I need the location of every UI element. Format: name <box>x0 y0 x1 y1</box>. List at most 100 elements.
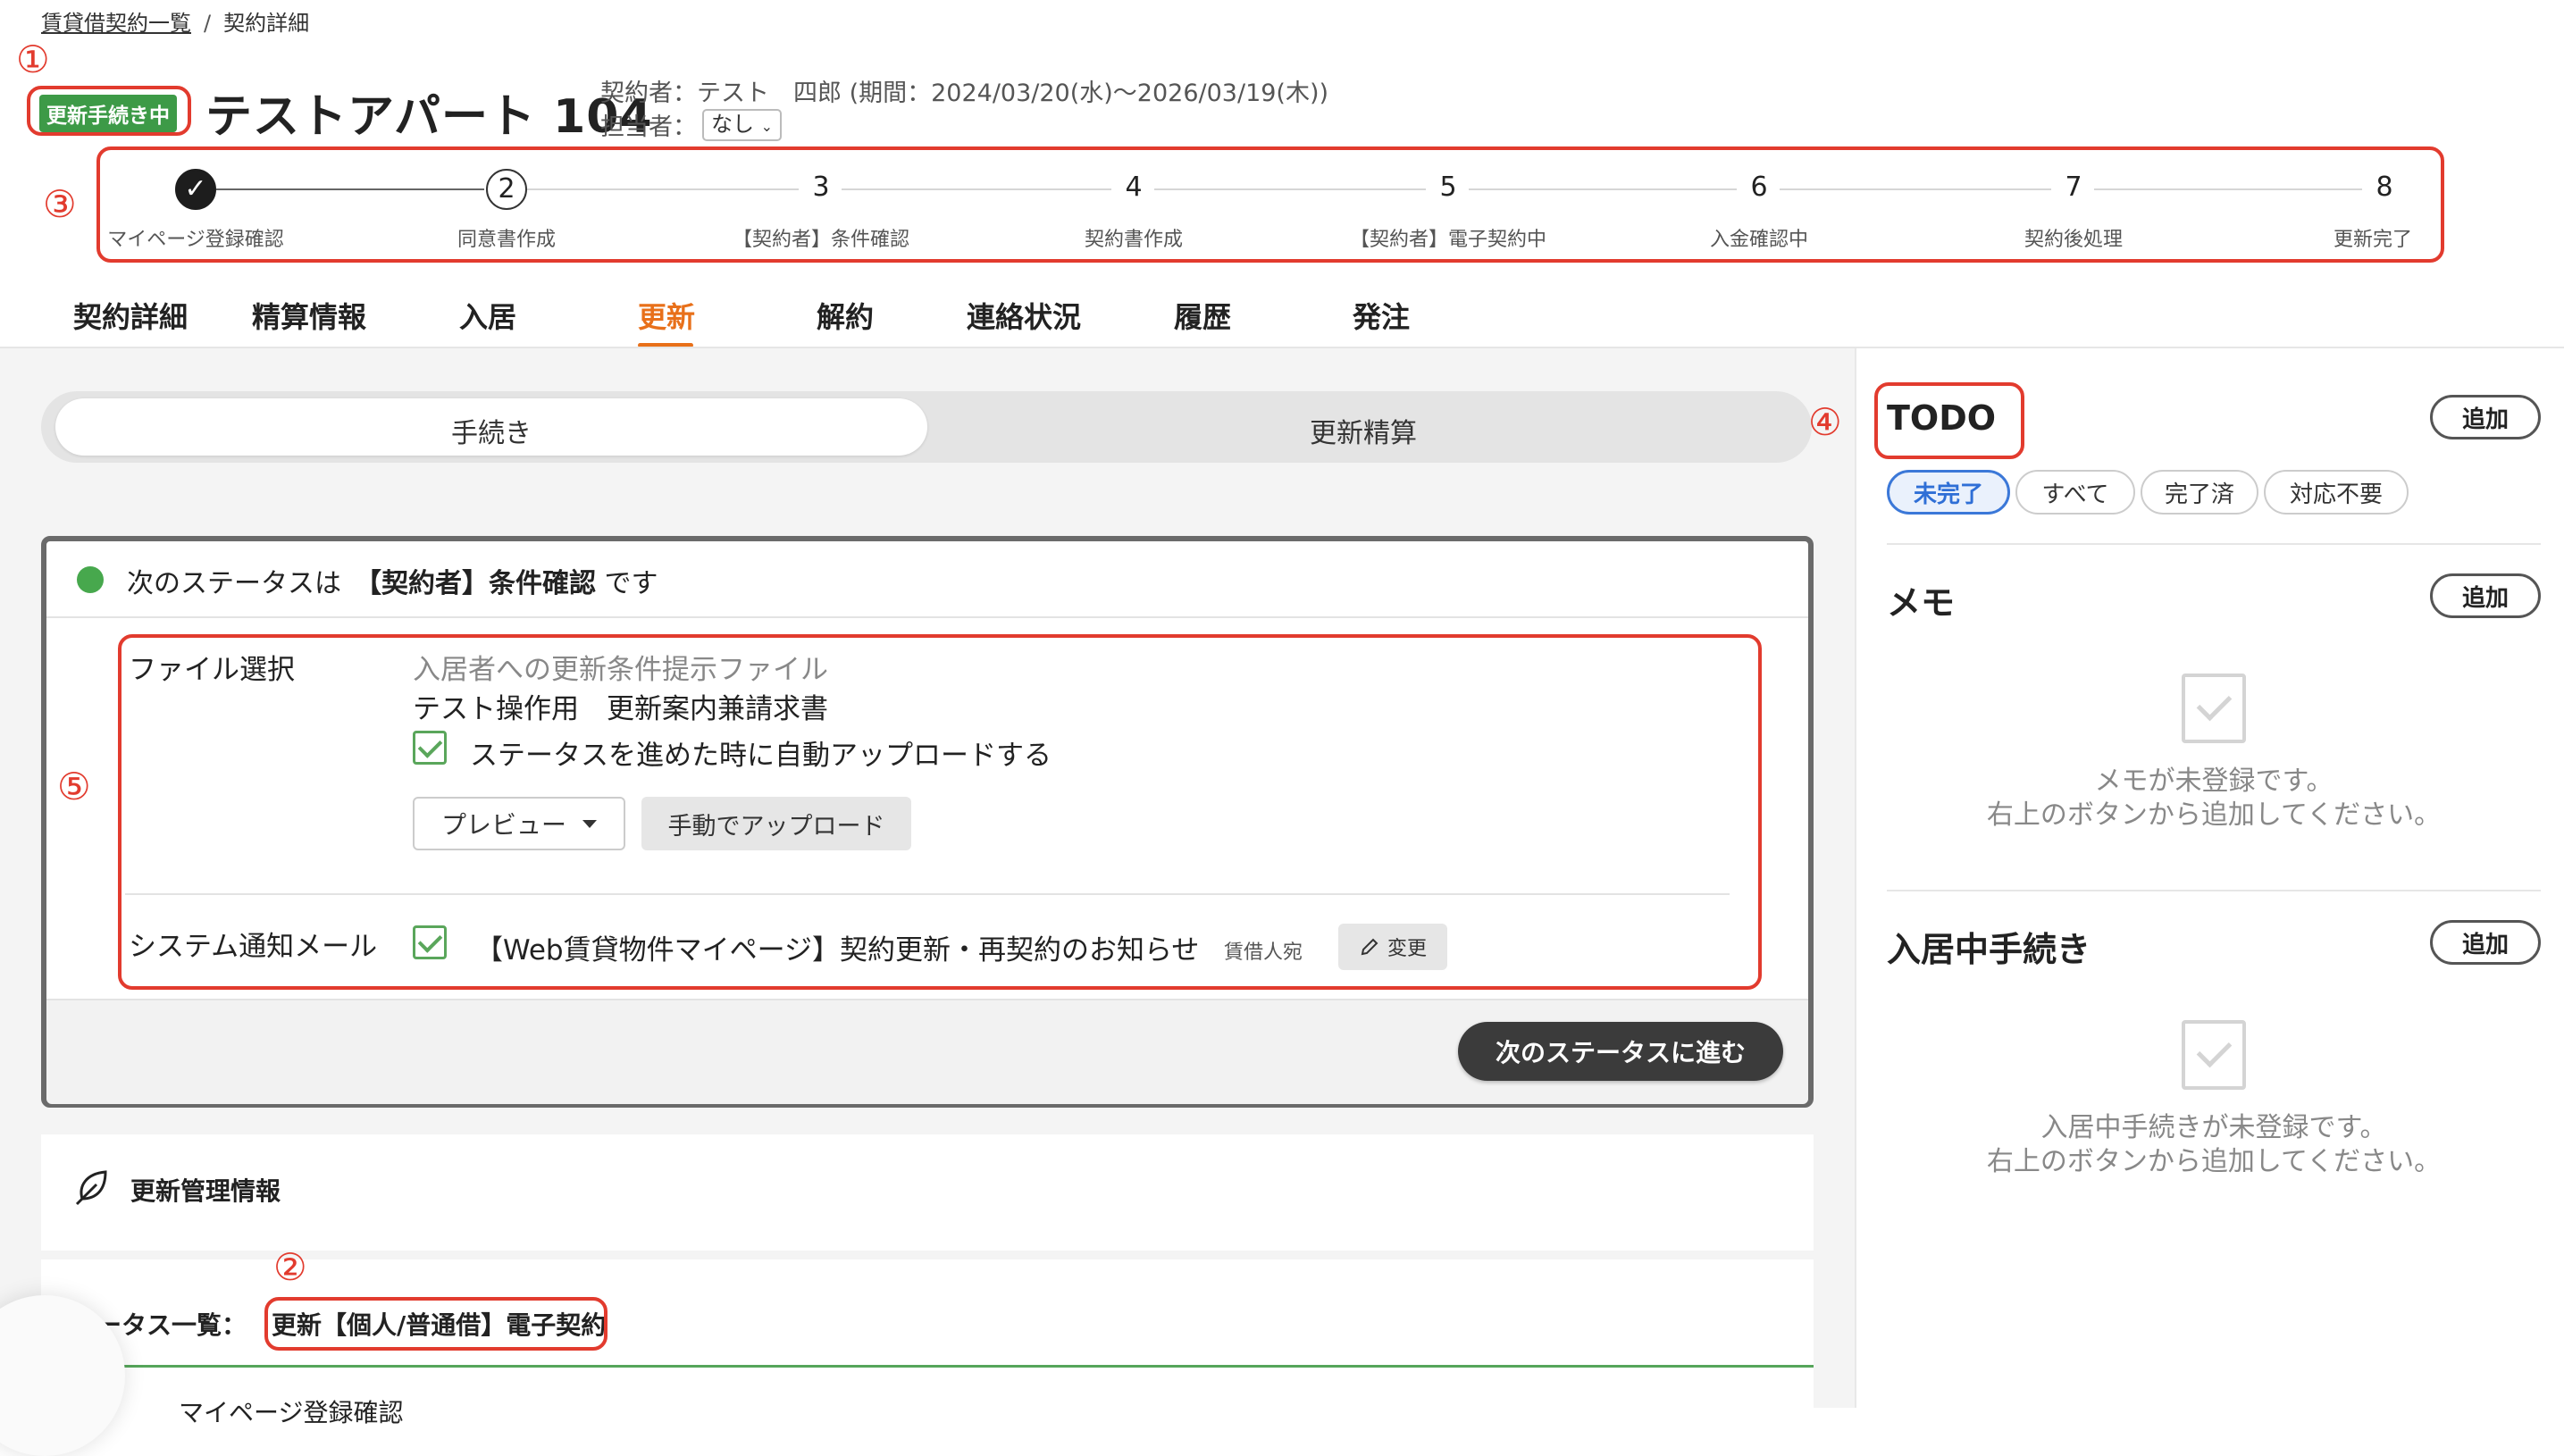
memo-empty-line-1: メモが未登録です。 <box>2094 766 2334 797</box>
step-7-number: 7 <box>2053 169 2094 210</box>
stepper-line-3 <box>842 188 1111 190</box>
step-8-label: 更新完了 <box>2333 229 2413 251</box>
mail-recipient: 賃借人宛 <box>1224 941 1303 964</box>
memo-title: メモ <box>1887 583 1956 623</box>
todo-add-button[interactable]: 追加 <box>2430 395 2541 439</box>
status-badge: 更新手続き中 <box>39 95 177 132</box>
next-status-name: 【契約者】条件確認 <box>368 568 596 599</box>
feather-icon <box>75 1170 107 1206</box>
annotation-box-2 <box>264 1297 607 1351</box>
step-4-number: 4 <box>1113 169 1154 210</box>
todo-divider <box>1887 543 2541 545</box>
move-in-procedures-title: 入居中手続き <box>1887 930 2091 969</box>
tab-orders[interactable]: 発注 <box>1353 295 1410 336</box>
step-6-label: 入金確認中 <box>1709 229 1809 251</box>
system-mail-label: システム通知メール <box>129 931 378 963</box>
move-in-add-button[interactable]: 追加 <box>2430 920 2541 965</box>
renewal-info-title: 更新管理情報 <box>130 1176 281 1206</box>
assignee-select[interactable]: なし ⌄ <box>702 108 783 141</box>
memo-empty-line-2: 右上のボタンから追加してください。 <box>1986 799 2442 831</box>
tab-settlement[interactable]: 精算情報 <box>252 295 366 336</box>
tab-history[interactable]: 履歴 <box>1174 295 1231 336</box>
step-5-label: 【契約者】電子契約中 <box>1349 229 1547 251</box>
tab-renewal[interactable]: 更新 <box>638 295 695 336</box>
step-3-label: 【契約者】条件確認 <box>732 229 910 251</box>
contract-info: 契約者：テスト 四郎 (期間：2024/03/20(水)〜2026/03/19(… <box>600 79 1329 107</box>
move-in-empty-message: 入居中手続きが未登録です。 右上のボタンから追加してください。 <box>1887 1111 2541 1179</box>
stepper-line-4 <box>1154 188 1426 190</box>
tab-contact-status[interactable]: 連絡状況 <box>967 295 1081 336</box>
segment-procedure[interactable]: 手続き <box>451 411 532 450</box>
tab-contract-details[interactable]: 契約詳細 <box>73 295 188 336</box>
next-status-prefix: 次のステータスは <box>127 568 341 599</box>
annotation-marker-2: ② <box>273 1245 307 1289</box>
next-status-message: 次のステータスは 【契約者】条件確認 です <box>127 561 658 600</box>
page-title: テストアパート 104 <box>205 90 653 144</box>
empty-check-icon <box>2182 674 2246 743</box>
step-2-circle: 2 <box>486 169 527 210</box>
assignee-row: 担当者： なし ⌄ <box>600 107 783 142</box>
memo-add-button[interactable]: 追加 <box>2430 573 2541 618</box>
empty-check-icon <box>2182 1020 2246 1090</box>
step-6-number: 6 <box>1739 169 1780 210</box>
breadcrumb-link-contract-list[interactable]: 賃貸借契約一覧 <box>41 11 191 36</box>
chevron-down-icon: ⌄ <box>760 117 774 135</box>
selected-file-name[interactable]: テスト操作用 更新案内兼請求書 <box>413 686 828 726</box>
step-5-number: 5 <box>1428 169 1469 210</box>
mail-subject: 【Web賃貸物件マイページ】契約更新・再契約のお知らせ <box>475 934 1200 966</box>
tab-move-in[interactable]: 入居 <box>459 295 516 336</box>
manual-upload-button[interactable]: 手動でアップロード <box>641 797 911 850</box>
renewal-info-card <box>41 1134 1814 1251</box>
memo-empty-message: メモが未登録です。 右上のボタンから追加してください。 <box>1887 765 2541 833</box>
stepper-line-2 <box>527 188 799 190</box>
stepper-line-6 <box>1780 188 2051 190</box>
annotation-marker-5: ⑤ <box>57 765 91 808</box>
step-1-label: マイページ登録確認 <box>107 229 284 251</box>
change-mail-button[interactable]: 変更 <box>1338 924 1447 970</box>
step-8-number: 8 <box>2364 169 2405 210</box>
assignee-value: なし <box>711 111 754 137</box>
annotation-marker-4: ④ <box>1808 400 1842 444</box>
todo-title: TODO <box>1887 398 1997 438</box>
auto-upload-checkbox[interactable] <box>413 731 447 765</box>
step-7-label: 契約後処理 <box>2024 229 2124 251</box>
change-button-label: 変更 <box>1387 938 1427 960</box>
auto-upload-label: ステータスを進めた時に自動アップロードする <box>470 740 1052 772</box>
stepper-line-7 <box>2094 188 2362 190</box>
status-list-label: ータス一覧： <box>96 1310 247 1340</box>
pencil-icon <box>1361 938 1378 956</box>
todo-filter-completed[interactable]: 完了済 <box>2141 470 2258 515</box>
tab-cancellation[interactable]: 解約 <box>817 295 874 336</box>
move-in-empty-line-2: 右上のボタンから追加してください。 <box>1986 1146 2442 1177</box>
todo-filter-all[interactable]: すべて <box>2015 470 2135 515</box>
next-status-button[interactable]: 次のステータスに進む <box>1458 1022 1783 1081</box>
segment-renewal-settlement[interactable]: 更新精算 <box>1310 411 1417 450</box>
todo-filter-not-needed[interactable]: 対応不要 <box>2264 470 2409 515</box>
preview-button-label: プレビュー <box>440 810 566 840</box>
status-list-item: マイページ登録確認 <box>179 1398 404 1427</box>
system-mail-checkbox[interactable] <box>413 925 447 959</box>
step-2-label: 同意書作成 <box>457 229 557 251</box>
preview-dropdown-button[interactable]: プレビュー <box>413 797 625 850</box>
move-in-empty-line-1: 入居中手続きが未登録です。 <box>2040 1112 2387 1143</box>
stepper-line-1 <box>216 188 484 190</box>
row-divider <box>125 893 1730 895</box>
annotation-marker-1: ① <box>16 38 50 81</box>
caret-down-icon <box>582 819 597 828</box>
breadcrumb-current: 契約詳細 <box>223 11 310 36</box>
file-placeholder-text: 入居者への更新条件提示ファイル <box>413 654 828 686</box>
file-select-label: ファイル選択 <box>129 654 295 686</box>
step-4-label: 契約書作成 <box>1084 229 1184 251</box>
todo-filter-incomplete[interactable]: 未完了 <box>1887 470 2010 515</box>
step-3-number: 3 <box>800 169 842 210</box>
pane-divider <box>1855 348 1856 1408</box>
breadcrumb: 賃貸借契約一覧 / 契約詳細 <box>41 5 309 37</box>
assignee-label: 担当者： <box>600 113 697 141</box>
step-1-check-icon: ✓ <box>175 169 216 210</box>
status-dot-icon <box>77 566 104 593</box>
stepper-line-5 <box>1469 188 1737 190</box>
status-list-divider <box>41 1365 1814 1368</box>
annotation-marker-3: ③ <box>43 182 77 226</box>
breadcrumb-separator: / <box>204 11 212 36</box>
memo-divider <box>1887 890 2541 891</box>
